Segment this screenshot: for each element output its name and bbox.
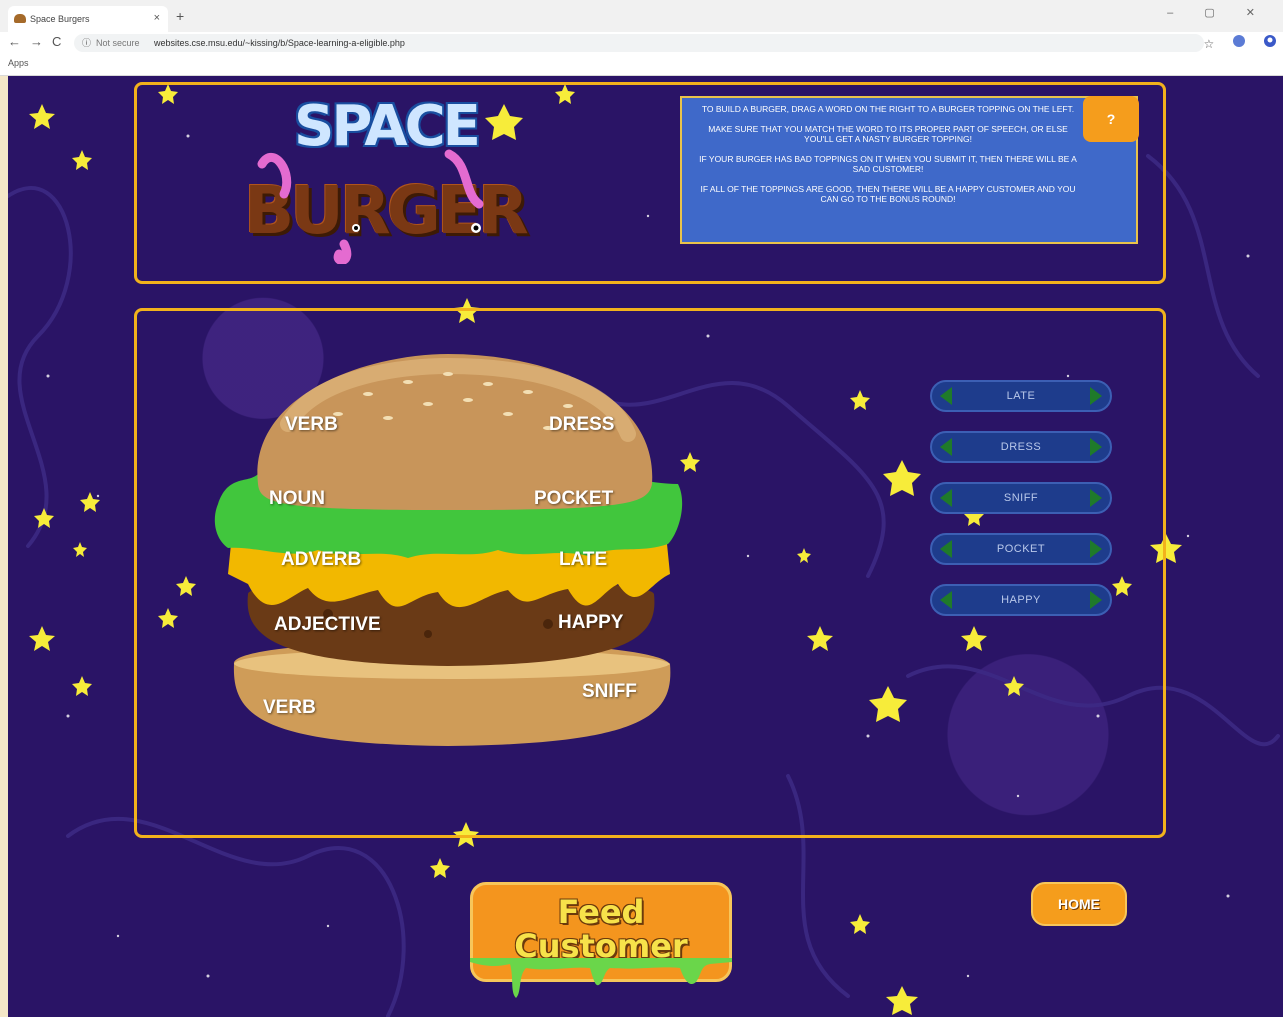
burger-favicon-icon — [14, 14, 26, 23]
word-tile-label: DRESS — [1000, 441, 1042, 453]
forward-icon[interactable]: → — [30, 34, 43, 49]
word-tile-label: SNIFF — [1003, 492, 1039, 504]
slime-drip-decoration — [470, 958, 732, 998]
new-tab-button[interactable]: + — [176, 8, 184, 24]
word-tile-label: HAPPY — [1001, 594, 1041, 606]
browser-chrome: Space Burgers × + – ▢ ✕ ← → C ⓘ Not secu… — [0, 0, 1283, 76]
space-burger-logo: SPACE BURGER — [244, 94, 529, 264]
top-bun-right-label: DRESS — [549, 414, 615, 435]
cheese-right-label: LATE — [559, 549, 608, 570]
profile-avatar-icon[interactable] — [1263, 34, 1277, 51]
word-tile-sniff[interactable]: SNIFF — [930, 482, 1112, 514]
bottom-bun-left-label: VERB — [263, 697, 316, 718]
info-icon[interactable]: ⓘ — [82, 34, 91, 52]
instruction-line-3: IF YOUR BURGER HAS BAD TOPPINGS ON IT WH… — [699, 154, 1077, 174]
lettuce-right-label: POCKET — [534, 488, 614, 509]
home-button[interactable]: HOME — [1031, 882, 1127, 926]
bookmark-star-icon[interactable]: ☆ — [1204, 37, 1215, 51]
tab-title: Space Burgers — [30, 14, 90, 24]
drag-right-arrow-icon — [1090, 387, 1102, 405]
feed-label: Feed — [557, 893, 645, 931]
word-tile-label: POCKET — [996, 543, 1046, 555]
instruction-line-1: TO BUILD A BURGER, DRAG A WORD ON THE RI… — [701, 104, 1075, 114]
window-controls[interactable]: – ▢ ✕ — [1167, 6, 1269, 19]
word-tile-happy[interactable]: HAPPY — [930, 584, 1112, 616]
browser-tab[interactable]: Space Burgers × — [8, 6, 168, 32]
lettuce-left-label: NOUN — [269, 488, 325, 509]
bottom-bun-right-label: SNIFF — [582, 681, 637, 702]
navigation-bar: ← → C ⓘ Not secure websites.cse.msu.edu/… — [0, 32, 1283, 54]
help-button[interactable]: ? — [1083, 96, 1139, 142]
instruction-line-2: MAKE SURE THAT YOU MATCH THE WORD TO ITS… — [708, 124, 1068, 144]
extension-icon[interactable] — [1232, 34, 1246, 51]
address-bar[interactable]: ⓘ Not secure websites.cse.msu.edu/~kissi… — [74, 34, 1204, 52]
drag-right-arrow-icon — [1090, 591, 1102, 609]
url-text[interactable]: websites.cse.msu.edu/~kissing/b/Space-le… — [154, 34, 405, 52]
game-area: SPACE BURGER TO BUILD A BURGER, DRAG A W… — [8, 76, 1283, 1017]
patty-left-label: ADJECTIVE — [274, 614, 381, 635]
close-tab-icon[interactable]: × — [154, 12, 160, 24]
reload-icon[interactable]: C — [52, 34, 61, 49]
patty-right-label: HAPPY — [558, 612, 624, 633]
instruction-line-4: IF ALL OF THE TOPPINGS ARE GOOD, THEN TH… — [700, 184, 1076, 204]
word-tile-late[interactable]: LATE — [930, 380, 1112, 412]
cheese-left-label: ADVERB — [281, 549, 362, 570]
browser-actions: ☆ — [1190, 34, 1277, 51]
instructions-box: TO BUILD A BURGER, DRAG A WORD ON THE RI… — [680, 96, 1138, 244]
apps-bookmark[interactable]: Apps — [8, 58, 29, 68]
not-secure-label: Not secure — [96, 38, 140, 48]
word-tile-pocket[interactable]: POCKET — [930, 533, 1112, 565]
logo-worms-icon — [257, 149, 484, 264]
drag-right-arrow-icon — [1090, 438, 1102, 456]
tab-bar: Space Burgers × + – ▢ ✕ — [0, 0, 1283, 32]
back-icon[interactable]: ← — [8, 34, 21, 49]
drag-right-arrow-icon — [1090, 489, 1102, 507]
drag-right-arrow-icon — [1090, 540, 1102, 558]
word-tile-dress[interactable]: DRESS — [930, 431, 1112, 463]
word-tile-label: LATE — [1006, 390, 1036, 402]
top-bun-left-label: VERB — [285, 414, 338, 435]
